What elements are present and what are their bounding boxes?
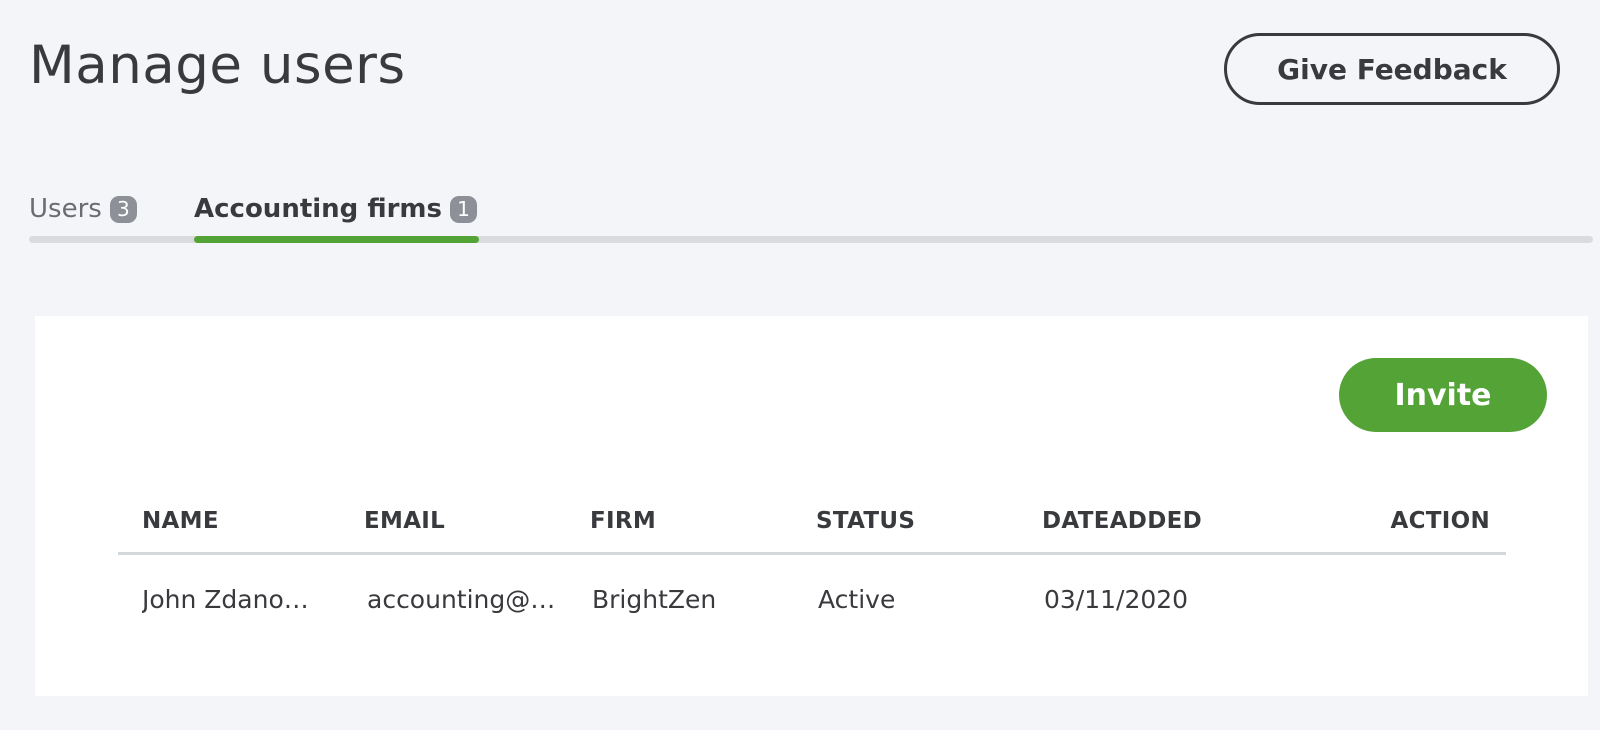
accounting-firms-count-badge: 1 bbox=[450, 195, 478, 223]
tab-bar: Users 3 Accounting firms 1 bbox=[29, 186, 1593, 244]
accounting-firms-panel: Invite NAME EMAIL FIRM STATUS DATEADDED … bbox=[35, 316, 1588, 696]
tab-users[interactable]: Users 3 bbox=[29, 186, 137, 232]
tab-accounting-firms-label: Accounting firms bbox=[194, 194, 443, 224]
column-header-action: ACTION bbox=[1390, 508, 1490, 534]
tab-users-label: Users bbox=[29, 194, 102, 224]
column-header-status[interactable]: STATUS bbox=[816, 508, 915, 534]
table-row: John Zdano… accounting@… BrightZen Activ… bbox=[118, 555, 1506, 649]
page-title: Manage users bbox=[29, 35, 406, 96]
active-tab-indicator bbox=[194, 236, 479, 243]
cell-status: Active bbox=[818, 585, 896, 614]
cell-date-added: 03/11/2020 bbox=[1044, 585, 1189, 614]
column-header-firm[interactable]: FIRM bbox=[590, 508, 656, 534]
column-header-email[interactable]: EMAIL bbox=[364, 508, 445, 534]
accounting-firms-table: NAME EMAIL FIRM STATUS DATEADDED ACTION … bbox=[118, 496, 1506, 649]
users-count-badge: 3 bbox=[109, 195, 137, 223]
column-header-name[interactable]: NAME bbox=[142, 508, 219, 534]
tab-accounting-firms[interactable]: Accounting firms 1 bbox=[194, 186, 478, 232]
cell-name: John Zdano… bbox=[142, 585, 309, 614]
column-header-date-added[interactable]: DATEADDED bbox=[1042, 508, 1202, 534]
table-header: NAME EMAIL FIRM STATUS DATEADDED ACTION bbox=[118, 496, 1506, 555]
give-feedback-button[interactable]: Give Feedback bbox=[1224, 33, 1560, 105]
cell-email: accounting@… bbox=[367, 585, 556, 614]
cell-firm: BrightZen bbox=[592, 585, 717, 614]
invite-button[interactable]: Invite bbox=[1339, 358, 1547, 432]
